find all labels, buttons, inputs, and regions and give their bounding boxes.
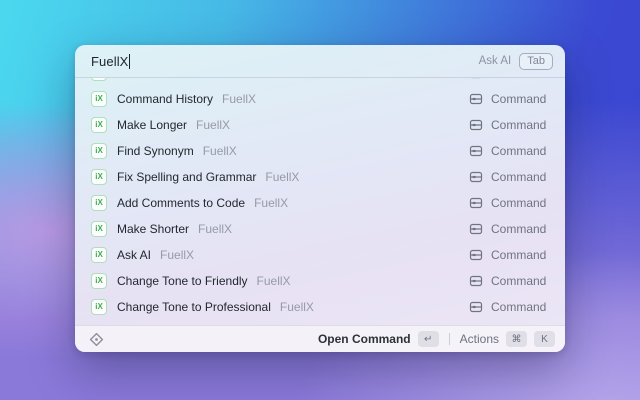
command-title: Make Longer — [117, 118, 188, 132]
list-item[interactable]: iX Command History FuellX Command — [83, 86, 557, 112]
command-type-label: Command — [491, 92, 547, 106]
command-type-label: Command — [491, 78, 549, 80]
command-title: Add Comments to Code — [117, 196, 246, 210]
list-item[interactable]: iX Add Comments to Code FuellX Command — [83, 190, 557, 216]
command-type-icon — [469, 274, 483, 288]
list-item[interactable]: iX Change Tone to Professional FuellX Co… — [83, 294, 557, 320]
k-key-badge: K — [534, 331, 555, 347]
fuellx-app-icon: iX — [91, 91, 107, 107]
command-type-label: Command — [491, 170, 547, 184]
command-type-icon — [469, 92, 483, 106]
command-title: Find Synonym — [117, 144, 194, 158]
command-type-icon — [469, 248, 483, 262]
command-type-label: Command — [491, 300, 547, 314]
command-subtitle: FuellX — [202, 144, 237, 158]
ask-ai-hint[interactable]: Ask AI — [479, 55, 512, 67]
command-subtitle: FuellX — [265, 170, 300, 184]
command-title: Fix Spelling and Grammar — [117, 170, 257, 184]
fuellx-app-icon: iX — [91, 195, 107, 211]
list-item[interactable]: iX Find Synonym FuellX Command — [83, 138, 557, 164]
fuellx-app-icon: iX — [91, 169, 107, 185]
command-type-icon — [469, 300, 483, 314]
open-command-button[interactable]: Open Command — [318, 332, 411, 346]
command-type-icon — [469, 196, 483, 210]
command-subtitle: FuellX — [255, 78, 289, 80]
command-subtitle: FuellX — [254, 196, 289, 210]
list-item[interactable]: iX Fix Spelling and Grammar FuellX Comma… — [83, 164, 557, 190]
fuellx-app-icon: iX — [91, 221, 107, 237]
command-title: Change Tone to Professional — [117, 300, 271, 314]
command-type-label: Command — [491, 248, 547, 262]
search-bar[interactable]: FuellX Ask AI Tab — [75, 45, 565, 78]
fuellx-app-icon: iX — [91, 117, 107, 133]
command-type-label: Command — [491, 118, 547, 132]
list-item[interactable]: iX Change Tone to Friendly FuellX Comman… — [83, 268, 557, 294]
command-type-label: Command — [491, 144, 547, 158]
list-item[interactable]: iX Ask AI FuellX Command — [83, 242, 557, 268]
search-input[interactable]: FuellX — [91, 54, 128, 69]
cmd-key-badge: ⌘ — [506, 331, 527, 347]
command-subtitle: FuellX — [256, 274, 291, 288]
command-type-icon — [469, 170, 483, 184]
command-type-icon — [469, 78, 483, 80]
actions-button[interactable]: Actions — [460, 332, 499, 346]
footer-bar: Open Command ↵ Actions ⌘ K — [75, 325, 565, 352]
command-type-icon — [469, 144, 483, 158]
command-type-icon — [469, 118, 483, 132]
list-item[interactable]: iX Make Longer FuellX Command — [83, 112, 557, 138]
list-item[interactable]: iX Ask About Selected Text FuellX Comman… — [83, 78, 557, 86]
command-type-icon — [469, 222, 483, 236]
footer-divider — [448, 333, 450, 345]
command-title: Ask About Selected Text — [117, 78, 246, 80]
fuellx-app-icon: iX — [91, 299, 107, 315]
fuellx-app-icon: iX — [91, 273, 107, 289]
command-palette-window: FuellX Ask AI Tab iX Ask About Selected … — [75, 45, 565, 352]
command-subtitle: FuellX — [196, 118, 231, 132]
command-type-label: Command — [491, 274, 547, 288]
return-key-badge: ↵ — [417, 331, 439, 347]
text-caret — [129, 53, 131, 69]
command-title: Make Shorter — [117, 222, 190, 236]
command-subtitle: FuellX — [222, 92, 257, 106]
fuellx-app-icon: iX — [91, 247, 107, 263]
list-item[interactable]: iX Make Shorter FuellX Command — [83, 216, 557, 242]
fuellx-app-icon: iX — [91, 143, 107, 159]
tab-key-badge: Tab — [519, 52, 553, 70]
command-subtitle: FuellX — [198, 222, 233, 236]
command-type-label: Command — [491, 222, 547, 236]
fuellx-app-icon: iX — [91, 78, 107, 81]
command-subtitle: FuellX — [160, 248, 195, 262]
command-title: Ask AI — [117, 248, 152, 262]
raycast-logo-icon — [89, 331, 105, 347]
command-title: Command History — [117, 92, 214, 106]
command-subtitle: FuellX — [279, 300, 314, 314]
command-type-label: Command — [491, 196, 547, 210]
command-title: Change Tone to Friendly — [117, 274, 248, 288]
command-list: iX Ask About Selected Text FuellX Comman… — [75, 78, 565, 325]
